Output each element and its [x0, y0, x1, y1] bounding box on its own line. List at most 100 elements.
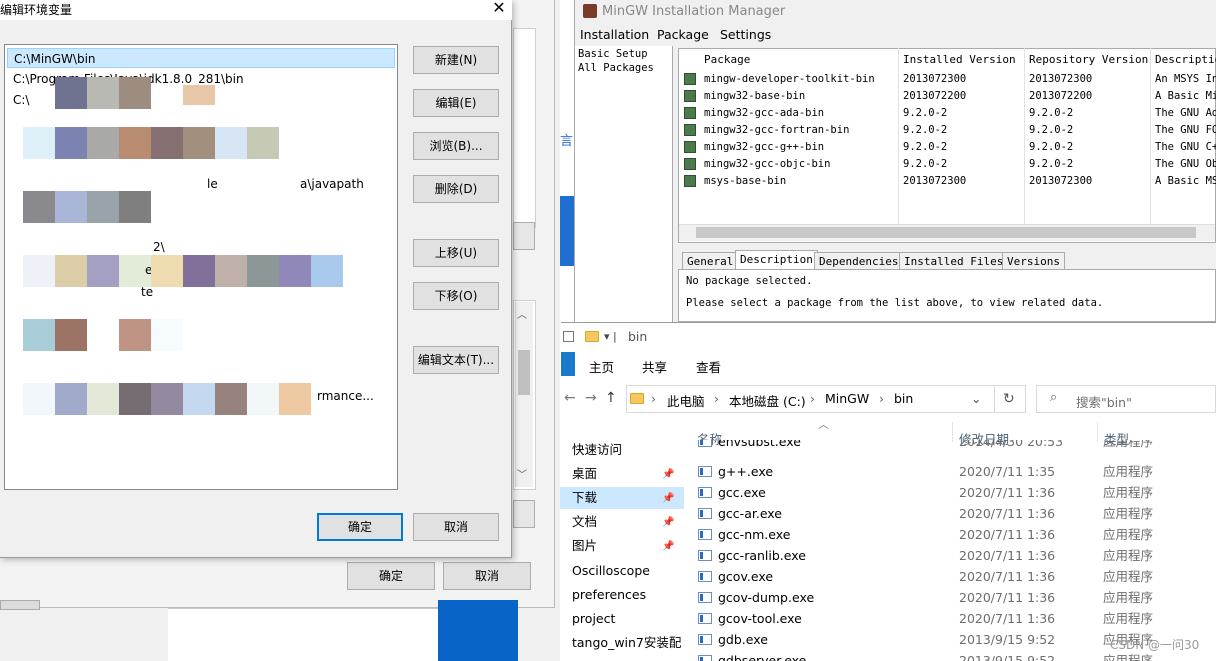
redaction-block	[151, 255, 183, 287]
refresh-icon[interactable]: ↻	[1003, 391, 1015, 407]
nav-project[interactable]: project	[560, 607, 682, 631]
scroll-up-icon[interactable]: ︿	[517, 306, 527, 321]
pin-icon[interactable]: 📌	[662, 517, 674, 528]
redaction-block	[119, 383, 151, 415]
pin-icon[interactable]: 📌	[662, 469, 674, 480]
detail-hint: Please select a package from the list ab…	[686, 297, 1104, 309]
delete-button[interactable]: 删除(D)	[413, 175, 499, 203]
file-type: 应用程序	[1103, 464, 1154, 479]
package-installed-checkbox[interactable]	[684, 124, 696, 136]
file-tab[interactable]	[561, 352, 575, 376]
redaction-block	[87, 255, 119, 287]
nav-preferences[interactable]: preferences	[560, 583, 682, 607]
file-row[interactable]: gcc-nm.exe 2020/7/11 1:36 应用程序	[690, 524, 1216, 545]
redacted-fragment: 2\	[153, 240, 165, 254]
file-row[interactable]: gcov-tool.exe 2020/7/11 1:36 应用程序	[690, 608, 1216, 629]
file-row[interactable]: g++.exe 2020/7/11 1:35 应用程序	[690, 461, 1216, 482]
breadcrumb-local-disk[interactable]: 本地磁盘 (C:)	[729, 391, 806, 410]
move-down-button[interactable]: 下移(O)	[413, 282, 499, 310]
back-icon[interactable]: ←	[564, 390, 576, 406]
tab-versions[interactable]: Versions	[1002, 252, 1065, 269]
package-name[interactable]: mingw32-gcc-g++-bin	[704, 141, 824, 153]
new-button[interactable]: 新建(N)	[413, 46, 499, 74]
redaction-block	[247, 383, 279, 415]
ok-button[interactable]: 确定	[317, 513, 403, 541]
file-name: gcc-ranlib.exe	[718, 548, 806, 563]
pin-icon[interactable]: 📌	[662, 493, 674, 504]
edit-text-button[interactable]: 编辑文本(T)...	[413, 346, 499, 374]
package-installed-checkbox[interactable]	[684, 141, 696, 153]
cancel-button[interactable]: 取消	[413, 513, 499, 541]
file-row[interactable]: gcov.exe 2020/7/11 1:36 应用程序	[690, 566, 1216, 587]
tab-installed-files[interactable]: Installed Files	[899, 252, 1009, 269]
exe-file-icon	[698, 655, 712, 661]
file-row[interactable]: gcc-ar.exe 2020/7/11 1:36 应用程序	[690, 503, 1216, 524]
tab-home[interactable]: 主页	[589, 357, 614, 376]
column-header-package[interactable]: Package	[704, 53, 750, 66]
file-row[interactable]: gcc-ranlib.exe 2020/7/11 1:36 应用程序	[690, 545, 1216, 566]
tab-general[interactable]: General	[682, 252, 739, 269]
package-installed-checkbox[interactable]	[684, 90, 696, 102]
exe-file-icon	[698, 571, 712, 582]
bg-cancel-button[interactable]: 取消	[443, 562, 531, 590]
category-basic-setup[interactable]: Basic Setup	[578, 48, 648, 60]
path-entries-list[interactable]: C:\MinGW\bin C:\Program Files\Java\jdk1.…	[4, 44, 398, 490]
breadcrumb-mingw[interactable]: MinGW	[825, 391, 869, 406]
forward-icon[interactable]: →	[585, 390, 597, 406]
package-name[interactable]: mingw32-gcc-fortran-bin	[704, 124, 849, 136]
file-type: 应用程序	[1103, 527, 1154, 542]
breadcrumb-bin[interactable]: bin	[894, 391, 913, 406]
package-installed-checkbox[interactable]	[684, 107, 696, 119]
browse-button[interactable]: 浏览(B)...	[413, 132, 499, 160]
up-icon[interactable]: ↑	[605, 390, 617, 406]
menu-installation[interactable]: Installation	[580, 27, 649, 42]
redaction-block	[23, 383, 55, 415]
column-header-repository-version[interactable]: Repository Version	[1029, 53, 1148, 66]
file-name: envsubst.exe	[718, 440, 801, 449]
bg-ok-button[interactable]: 确定	[347, 562, 435, 590]
properties-icon[interactable]	[563, 331, 574, 342]
explorer-title: bin	[628, 329, 648, 344]
column-header-installed-version[interactable]: Installed Version	[903, 53, 1016, 66]
nav-quick-access[interactable]: 快速访问	[560, 438, 682, 462]
package-name[interactable]: msys-base-bin	[704, 175, 786, 187]
menu-settings[interactable]: Settings	[720, 27, 771, 42]
qat-dropdown-icon[interactable]: ▾ |	[604, 330, 617, 343]
nav-tango[interactable]: tango_win7安装配	[560, 631, 682, 655]
package-name[interactable]: mingw32-base-bin	[704, 90, 805, 102]
package-name[interactable]: mingw32-gcc-ada-bin	[704, 107, 824, 119]
installed-version: 9.2.0-2	[903, 141, 948, 153]
scroll-thumb[interactable]	[518, 350, 530, 395]
tab-share[interactable]: 共享	[642, 357, 667, 376]
tab-view[interactable]: 查看	[696, 357, 721, 376]
path-entry-selected[interactable]: C:\MinGW\bin	[7, 48, 395, 68]
file-name: g++.exe	[718, 464, 774, 479]
nav-oscilloscope[interactable]: Oscilloscope	[560, 559, 682, 583]
tab-dependencies[interactable]: Dependencies	[814, 252, 904, 269]
scroll-down-icon[interactable]: ﹀	[517, 466, 527, 481]
column-header-description[interactable]: Description	[1155, 53, 1216, 66]
breadcrumb-this-pc[interactable]: 此电脑	[667, 391, 705, 410]
file-row[interactable]: gcc.exe 2020/7/11 1:36 应用程序	[690, 482, 1216, 503]
package-installed-checkbox[interactable]	[684, 158, 696, 170]
bg-delete-button-stub[interactable]	[513, 500, 535, 528]
chevron-down-icon[interactable]: ⌄	[971, 391, 981, 406]
file-row[interactable]: gcov-dump.exe 2020/7/11 1:36 应用程序	[690, 587, 1216, 608]
tab-description[interactable]: Description	[735, 250, 818, 270]
pin-icon[interactable]: 📌	[662, 541, 674, 552]
edit-button[interactable]: 编辑(E)	[413, 89, 499, 117]
exe-file-icon	[698, 592, 712, 603]
package-installed-checkbox[interactable]	[684, 73, 696, 85]
file-row[interactable]: envsubst.exe 2014/4/30 20:53 应用程序	[690, 440, 1216, 452]
package-name[interactable]: mingw32-gcc-objc-bin	[704, 158, 830, 170]
move-up-button[interactable]: 上移(U)	[413, 239, 499, 267]
horizontal-scroll-thumb[interactable]	[696, 227, 1196, 238]
bg-edit-button-stub[interactable]	[513, 222, 535, 250]
package-installed-checkbox[interactable]	[684, 175, 696, 187]
close-icon[interactable]: ✕	[490, 0, 508, 18]
package-description: A Basic MS	[1155, 175, 1216, 187]
package-name[interactable]: mingw-developer-toolkit-bin	[704, 73, 875, 85]
category-all-packages[interactable]: All Packages	[578, 62, 654, 74]
menu-package[interactable]: Package	[657, 27, 709, 42]
exe-file-icon	[698, 440, 712, 447]
